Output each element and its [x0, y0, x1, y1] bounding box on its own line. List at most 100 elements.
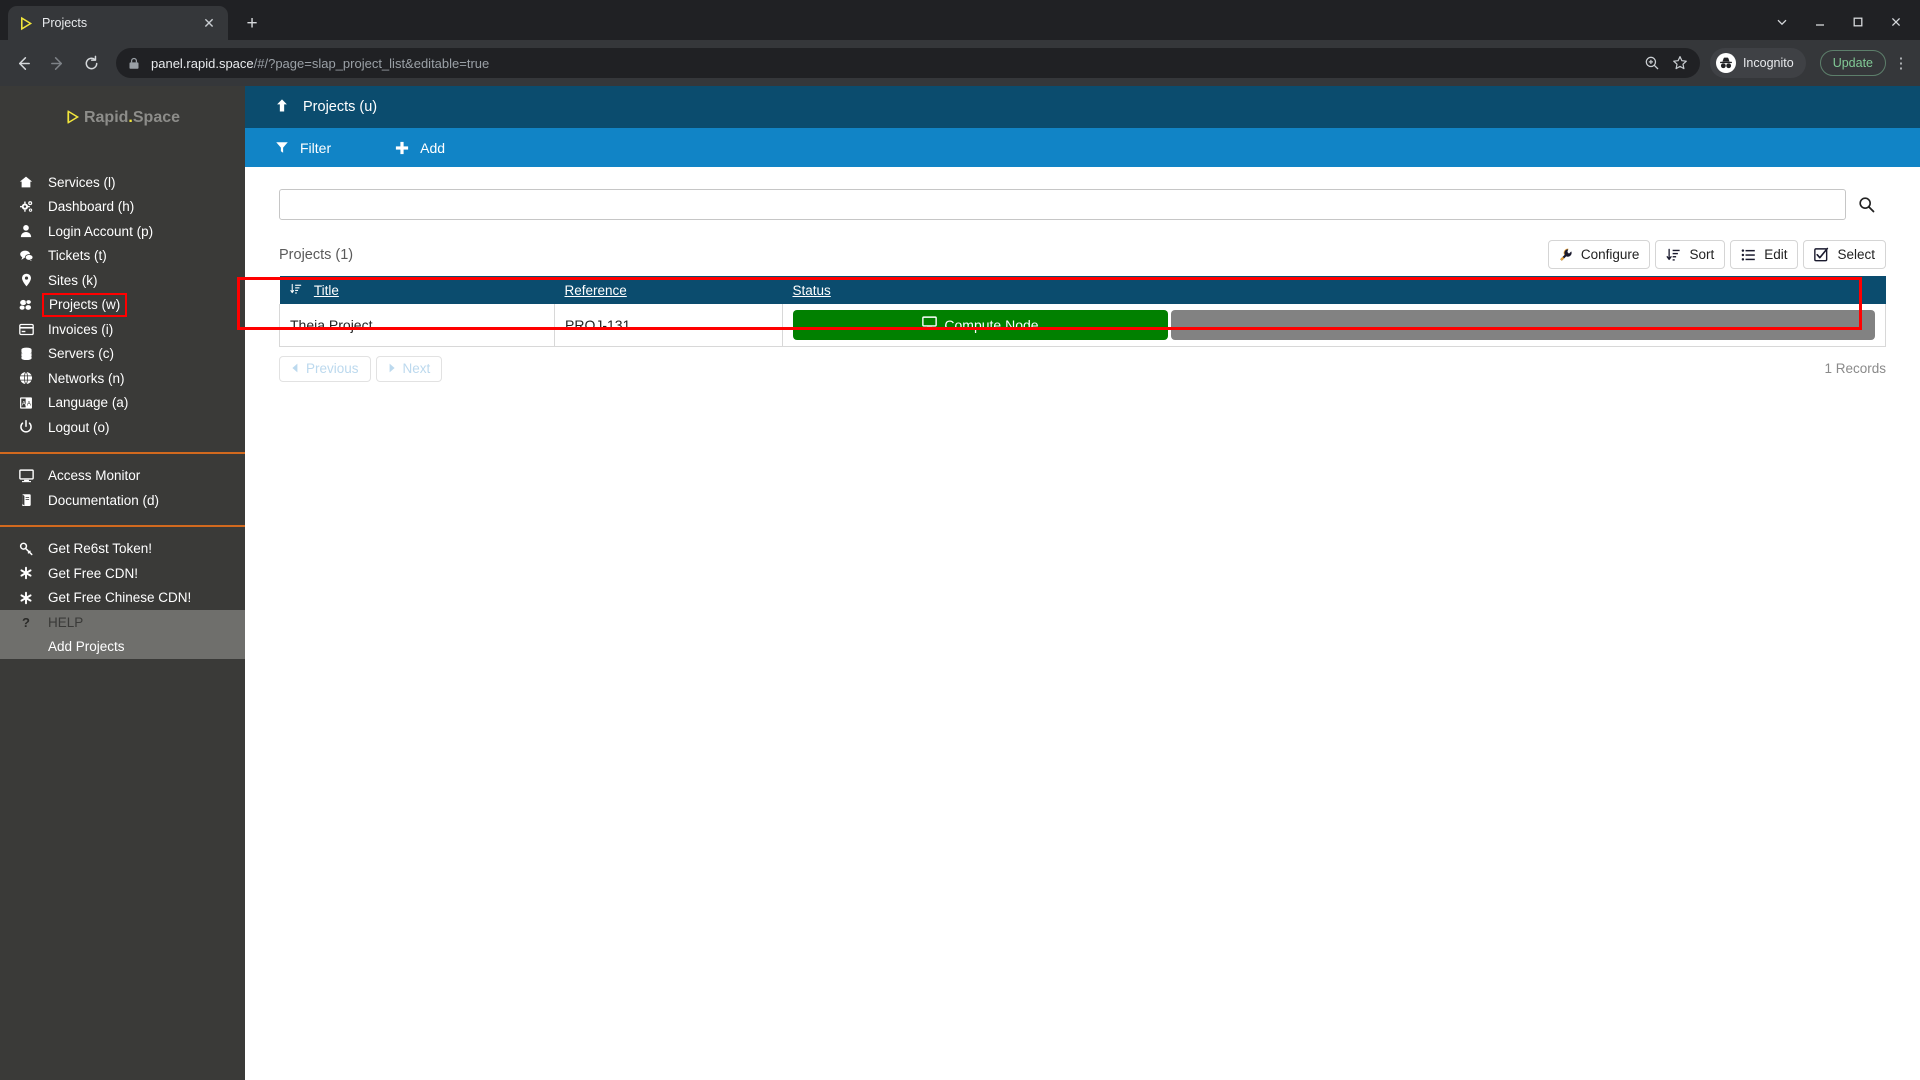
window-close-icon[interactable] [1878, 8, 1914, 36]
power-off-icon [14, 420, 38, 434]
asterisk-icon [14, 591, 38, 605]
sidebar-item-help[interactable]: ? HELP [0, 610, 245, 635]
url-host: panel.rapid.space [151, 55, 254, 71]
previous-page-button[interactable]: Previous [279, 355, 371, 382]
sidebar-item-documentation[interactable]: Documentation (d) [0, 488, 245, 513]
home-icon [14, 175, 38, 189]
new-tab-button[interactable]: + [238, 9, 266, 37]
sort-label: Sort [1689, 247, 1715, 262]
search-input[interactable] [279, 189, 1846, 220]
table-body: Theia Project PROJ-131 Compute Node [279, 304, 1886, 347]
sidebar-item-label: Invoices (i) [48, 321, 114, 337]
close-icon[interactable]: ✕ [200, 14, 218, 32]
status-badge-label: Compute Node [944, 316, 1039, 333]
filter-button[interactable]: Filter [275, 128, 331, 167]
globe-icon [14, 371, 38, 385]
update-button[interactable]: Update [1819, 50, 1886, 76]
check-square-icon [1814, 247, 1829, 262]
sidebar-help-section: ? HELP Add Projects [0, 610, 245, 659]
brand-logo[interactable]: Rapid . Space [0, 94, 245, 142]
pagination: Previous Next [279, 355, 443, 382]
table-header: Title Reference Status [279, 276, 1886, 304]
incognito-label: Incognito [1742, 56, 1794, 70]
next-label: Next [402, 361, 431, 376]
comments-icon [14, 249, 38, 263]
sidebar-item-projects[interactable]: Projects (w) [0, 293, 245, 318]
sidebar-item-networks[interactable]: Networks (n) [0, 366, 245, 391]
sidebar-item-label: Login Account (p) [48, 223, 154, 239]
table-header-row: Title Reference Status [279, 276, 1886, 304]
window-controls [1764, 8, 1920, 36]
sidebar-item-servers[interactable]: Servers (c) [0, 342, 245, 367]
column-header-status[interactable]: Status [782, 276, 1886, 304]
incognito-icon [1715, 53, 1736, 73]
cell-title[interactable]: Theia Project [279, 304, 555, 347]
arrow-back-icon[interactable] [8, 48, 38, 78]
filter-icon [275, 141, 289, 154]
sidebar-item-services[interactable]: Services (l) [0, 170, 245, 195]
status-bar[interactable] [1171, 309, 1875, 340]
minimize-icon[interactable] [1802, 8, 1838, 36]
url-path: /#/?page=slap_project_list&editable=true [253, 55, 490, 71]
column-label: Title [313, 282, 339, 298]
caret-left-icon [291, 361, 299, 376]
add-button[interactable]: Add [395, 128, 445, 167]
configure-button[interactable]: Configure [1547, 240, 1651, 269]
database-icon [14, 347, 38, 361]
wrench-icon [1559, 248, 1573, 262]
sort-button[interactable]: Sort [1655, 240, 1726, 269]
cubes-icon [14, 298, 38, 312]
sidebar-item-login-account[interactable]: Login Account (p) [0, 219, 245, 244]
chevron-down-icon[interactable] [1764, 8, 1800, 36]
sidebar-item-language[interactable]: AA Language (a) [0, 391, 245, 416]
sidebar-item-get-free-cdn[interactable]: Get Free CDN! [0, 561, 245, 586]
sidebar-item-get-re6st-token[interactable]: Get Re6st Token! [0, 537, 245, 562]
sort-asc-icon[interactable] [289, 283, 305, 298]
page-title: Projects (u) [303, 99, 378, 115]
column-header-title[interactable]: Title [279, 276, 555, 304]
edit-button[interactable]: Edit [1730, 240, 1799, 269]
caret-right-icon [388, 361, 396, 376]
app-header: Projects (u) [245, 86, 1920, 128]
sidebar-item-dashboard[interactable]: Dashboard (h) [0, 195, 245, 220]
zoom-in-icon[interactable] [1644, 55, 1660, 71]
credit-card-icon [14, 323, 38, 336]
star-icon[interactable] [1672, 55, 1688, 71]
list-view: Projects (1) Configure Sort Edit Select … [237, 167, 1920, 1080]
sidebar-item-label: Dashboard (h) [48, 199, 135, 215]
status-badge[interactable]: Compute Node [793, 309, 1168, 340]
previous-label: Previous [306, 361, 359, 376]
rapidspace-play-icon [65, 109, 81, 128]
sidebar-item-tickets[interactable]: Tickets (t) [0, 244, 245, 269]
incognito-indicator[interactable]: Incognito [1709, 48, 1806, 78]
sidebar-item-sites[interactable]: Sites (k) [0, 268, 245, 293]
sidebar-item-logout[interactable]: Logout (o) [0, 415, 245, 440]
maximize-icon[interactable] [1840, 8, 1876, 36]
sidebar-item-label: Add Projects [48, 639, 125, 655]
sort-amount-down-icon [1666, 248, 1681, 262]
select-button[interactable]: Select [1803, 240, 1886, 269]
search-row [279, 189, 1886, 220]
sidebar-item-get-free-chinese-cdn[interactable]: Get Free Chinese CDN! [0, 586, 245, 611]
key-icon [14, 542, 38, 556]
arrow-up-icon[interactable] [275, 98, 289, 116]
main-content: Projects (u) Filter Add Projects (1) Con… [237, 86, 1920, 1080]
table-row[interactable]: Theia Project PROJ-131 Compute Node [279, 304, 1886, 347]
address-bar[interactable]: panel.rapid.space/#/?page=slap_project_l… [116, 48, 1700, 78]
cell-reference[interactable]: PROJ-131 [554, 304, 783, 347]
column-label: Status [792, 282, 831, 298]
sidebar-item-add-projects[interactable]: Add Projects [0, 635, 245, 660]
reload-icon[interactable] [76, 48, 106, 78]
kebab-menu-icon[interactable]: ⋮ [1890, 54, 1912, 72]
sidebar-item-invoices[interactable]: Invoices (i) [0, 317, 245, 342]
search-icon[interactable] [1846, 189, 1886, 220]
sidebar-divider-1 [0, 451, 245, 454]
column-header-reference[interactable]: Reference [554, 276, 783, 304]
plus-icon [395, 141, 409, 155]
sidebar-item-access-monitor[interactable]: Access Monitor [0, 464, 245, 489]
rapidspace-play-icon [18, 15, 34, 31]
browser-tab[interactable]: Projects ✕ [8, 6, 228, 40]
sidebar-item-label: Get Free Chinese CDN! [48, 590, 192, 606]
next-page-button[interactable]: Next [375, 355, 443, 382]
brand-space-text: Space [132, 109, 181, 126]
